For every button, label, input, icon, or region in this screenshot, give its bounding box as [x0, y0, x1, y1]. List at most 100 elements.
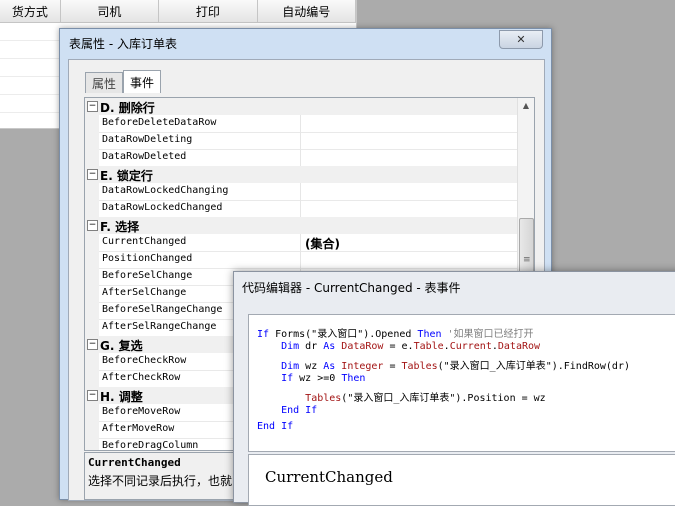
code-line[interactable]: Dim dr As DataRow = e.Table.Current.Data…	[257, 341, 540, 352]
tab-properties[interactable]: 属性	[85, 72, 124, 93]
column-divider	[300, 183, 301, 200]
close-icon: ✕	[516, 33, 526, 46]
code-editor-title: 代码编辑器 - CurrentChanged - 表事件	[242, 281, 461, 295]
code-token: DataRow	[497, 341, 541, 352]
code-token: Dim	[257, 341, 306, 352]
column-divider	[300, 115, 301, 132]
code-token: dr	[305, 341, 324, 352]
row-gutter	[85, 421, 99, 438]
code-area[interactable]: If Forms("录入窗口").Opened Then '如果窗口已经打开 D…	[248, 314, 675, 452]
row-gutter	[85, 353, 99, 370]
collapse-icon[interactable]: −	[87, 390, 98, 401]
row-gutter	[85, 149, 99, 166]
code-token: Then	[417, 329, 442, 340]
code-line[interactable]: Dim wz As Integer = Tables("录入窗口_入库订单表")…	[257, 357, 630, 372]
tab-events[interactable]: 事件	[123, 70, 162, 93]
collapse-icon[interactable]: −	[87, 169, 98, 180]
close-button[interactable]: ✕	[499, 30, 543, 49]
category-row[interactable]: − F. 选择	[85, 217, 517, 234]
row-gutter	[85, 183, 99, 200]
column-divider	[300, 234, 301, 251]
property-row[interactable]: CurrentChanged (集合)	[85, 234, 517, 252]
property-name: PositionChanged	[102, 253, 193, 264]
code-line[interactable]: End If	[257, 405, 317, 416]
code-token: ("录入窗口_入库订单表").FindRow(dr)	[437, 361, 630, 372]
code-token: Tables	[401, 361, 438, 372]
description-name: CurrentChanged	[88, 456, 181, 469]
column-divider	[300, 200, 301, 217]
code-token: As	[323, 341, 342, 352]
description-text: 选择不同记录后执行，也就	[88, 474, 233, 488]
collapse-icon[interactable]: −	[87, 220, 98, 231]
code-token: '如果窗口已经打开	[441, 329, 534, 340]
property-row[interactable]: DataRowDeleted	[85, 149, 517, 167]
property-name: AfterCheckRow	[102, 372, 181, 383]
dialog-title: 表属性 - 入库订单表	[69, 37, 177, 51]
category-row[interactable]: − D. 删除行	[85, 98, 517, 115]
column-header-print[interactable]: 打印	[159, 0, 258, 22]
code-editor-window: 代码编辑器 - CurrentChanged - 表事件 If Forms("录…	[233, 271, 675, 506]
event-info-title: CurrentChanged	[265, 468, 393, 486]
code-line[interactable]: If Forms("录入窗口").Opened Then '如果窗口已经打开	[257, 325, 534, 340]
property-name: AfterMoveRow	[102, 423, 175, 434]
property-row[interactable]: BeforeDeleteDataRow	[85, 115, 517, 133]
code-line[interactable]: End If	[257, 421, 293, 432]
category-row[interactable]: − E. 锁定行	[85, 166, 517, 183]
property-row[interactable]: DataRowLockedChanged	[85, 200, 517, 218]
property-name: BeforeSelChange	[102, 270, 193, 281]
property-name: CurrentChanged	[102, 236, 187, 247]
row-gutter	[85, 115, 99, 132]
property-row[interactable]: DataRowLockedChanging	[85, 183, 517, 201]
row-gutter	[85, 404, 99, 421]
column-divider	[300, 132, 301, 149]
code-token: If	[257, 329, 276, 340]
code-token: As	[323, 361, 342, 372]
collapse-icon[interactable]: −	[87, 101, 98, 112]
property-name: DataRowLockedChanging	[102, 185, 229, 196]
collapse-icon[interactable]: −	[87, 339, 98, 350]
tab-bar: 属性 事件	[85, 70, 162, 93]
property-name: DataRowLockedChanged	[102, 202, 223, 213]
code-line[interactable]: If wz >=0 Then	[257, 373, 365, 384]
property-name: AfterSelChange	[102, 287, 187, 298]
code-token: Table	[413, 341, 444, 352]
row-gutter	[85, 370, 99, 387]
column-divider	[300, 149, 301, 166]
row-gutter	[85, 268, 99, 285]
property-name: BeforeDeleteDataRow	[102, 117, 217, 128]
code-token: Dim	[257, 361, 306, 372]
code-token: ("录入窗口_入库订单表").Position = wz	[341, 393, 546, 404]
property-row[interactable]: PositionChanged	[85, 251, 517, 269]
property-name: BeforeDragColumn	[102, 440, 199, 451]
column-header-driver[interactable]: 司机	[61, 0, 160, 22]
column-header-auto-number[interactable]: 自动编号	[258, 0, 357, 22]
column-header-delivery[interactable]: 货方式	[0, 0, 61, 22]
property-row[interactable]: DataRowDeleting	[85, 132, 517, 150]
category-name: D. 删除行	[100, 101, 155, 115]
code-token: Current	[449, 341, 492, 352]
row-gutter	[85, 251, 99, 268]
row-gutter	[85, 438, 99, 450]
category-name: G. 复选	[100, 339, 143, 353]
row-gutter	[85, 302, 99, 319]
property-name: DataRowDeleting	[102, 134, 193, 145]
grip-icon: ≡	[523, 255, 531, 265]
property-name: BeforeCheckRow	[102, 355, 187, 366]
property-name: BeforeSelRangeChange	[102, 304, 223, 315]
row-gutter	[85, 285, 99, 302]
code-token: Forms("录入窗口").Opened	[275, 329, 418, 340]
property-value[interactable]: (集合)	[305, 235, 340, 252]
code-token: Integer	[341, 361, 384, 372]
code-token: =	[383, 361, 402, 372]
scroll-up-icon[interactable]: ▲	[518, 98, 534, 114]
category-name: F. 选择	[100, 220, 140, 234]
category-name: H. 调整	[100, 390, 143, 404]
code-line[interactable]: Tables("录入窗口_入库订单表").Position = wz	[257, 389, 546, 404]
code-token: End If	[257, 421, 294, 432]
code-token: Tables	[305, 393, 342, 404]
property-name: BeforeMoveRow	[102, 406, 181, 417]
code-token: End If	[257, 405, 318, 416]
code-token: Then	[341, 373, 366, 384]
column-divider	[300, 251, 301, 268]
